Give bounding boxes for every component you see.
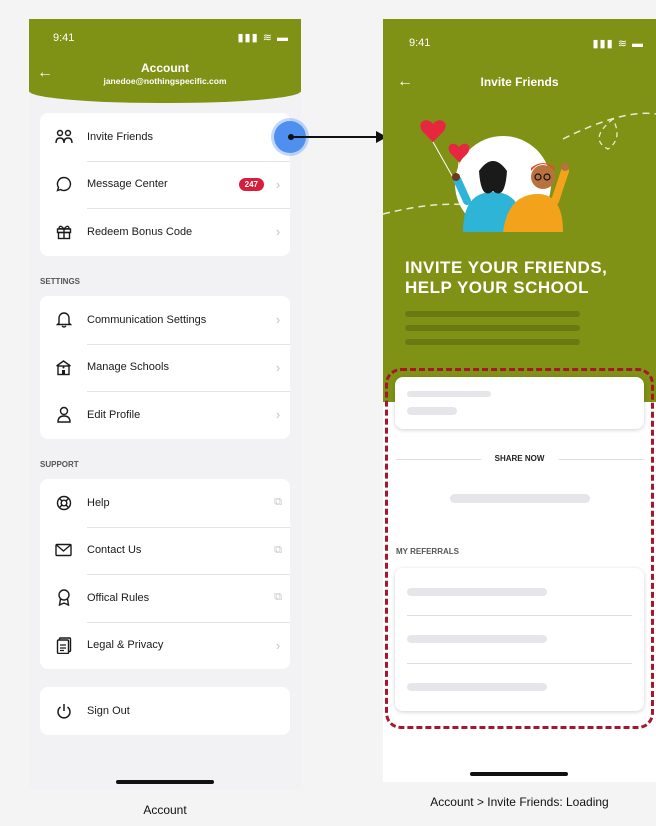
external-link-icon: ⧉ (274, 591, 282, 604)
support-card: Help ⧉ Contact Us ⧉ Offical Rules ⧉ Lega… (40, 479, 290, 669)
sign-out-card: Sign Out (40, 687, 290, 735)
support-section-label: SUPPORT (40, 460, 79, 469)
chevron-right-icon: › (275, 359, 281, 375)
left-caption: Account (143, 803, 187, 817)
help-row[interactable]: Help ⧉ (40, 479, 290, 527)
headline-line-2: HELP YOUR SCHOOL (405, 278, 590, 297)
manage-schools-row[interactable]: Manage Schools › (40, 343, 290, 392)
contact-us-row[interactable]: Contact Us ⧉ (40, 526, 290, 575)
page-title: Invite Friends (480, 75, 559, 89)
settings-card: Communication Settings › Manage Schools … (40, 296, 290, 439)
row-label: Offical Rules (87, 591, 150, 604)
document-icon (40, 637, 87, 654)
status-time: 9:41 (53, 32, 75, 44)
invite-hero: 9:41 ▮▮▮ ≋ ▬ ← Invite Friends INVITE YOU… (383, 19, 656, 402)
loading-placeholder (405, 311, 580, 317)
message-center-row[interactable]: Message Center 247 › (40, 160, 290, 209)
power-icon (40, 703, 87, 719)
row-label: Message Center (87, 178, 168, 191)
mail-icon (40, 543, 87, 557)
page-title: Account (141, 61, 189, 75)
external-link-icon: ⧉ (274, 543, 282, 556)
gift-icon (40, 224, 87, 240)
invite-illustration (383, 112, 656, 232)
row-label: Help (87, 496, 110, 509)
bell-icon (40, 311, 87, 328)
status-icons: ▮▮▮ ≋ ▬ (592, 38, 644, 50)
chevron-right-icon: › (275, 407, 281, 423)
lifebuoy-icon (40, 495, 87, 511)
row-label: Edit Profile (87, 408, 141, 421)
status-icons: ▮▮▮ ≋ ▬ (237, 32, 289, 44)
account-header: 9:41 ▮▮▮ ≋ ▬ ← Account janedoe@nothingsp… (29, 19, 301, 103)
friends-icon (40, 129, 87, 145)
row-label: Redeem Bonus Code (87, 225, 193, 238)
person-icon (40, 406, 87, 423)
row-label: Communication Settings (87, 313, 207, 326)
settings-section-label: SETTINGS (40, 277, 81, 286)
row-label: Invite Friends (87, 130, 154, 143)
redeem-bonus-code-row[interactable]: Redeem Bonus Code › (40, 208, 290, 256)
row-label: Manage Schools (87, 361, 169, 374)
chevron-right-icon: › (275, 176, 281, 192)
chevron-right-icon: › (275, 224, 281, 240)
row-label: Legal & Privacy (87, 639, 164, 652)
home-indicator (116, 780, 214, 784)
chevron-right-icon: › (275, 637, 281, 653)
invite-headline: INVITE YOUR FRIENDS, HELP YOUR SCHOOL (405, 258, 645, 298)
flow-arrow-icon (288, 131, 387, 143)
headline-line-1: INVITE YOUR FRIENDS, (405, 258, 608, 277)
status-time: 9:41 (409, 37, 431, 49)
communication-settings-row[interactable]: Communication Settings › (40, 296, 290, 344)
right-caption: Account > Invite Friends: Loading (430, 795, 609, 809)
official-rules-row[interactable]: Offical Rules ⧉ (40, 574, 290, 622)
sign-out-button[interactable]: Sign Out (40, 687, 290, 735)
external-link-icon: ⧉ (274, 496, 282, 509)
account-menu-card: Invite Friends › Message Center 247 › Re… (40, 113, 290, 256)
edit-profile-row[interactable]: Edit Profile › (40, 391, 290, 439)
chat-bubble-icon (40, 176, 87, 192)
invite-friends-row[interactable]: Invite Friends › (40, 113, 290, 161)
account-screen: 9:41 ▮▮▮ ≋ ▬ ← Account janedoe@nothingsp… (29, 19, 301, 790)
ribbon-icon (40, 589, 87, 607)
sign-out-label: Sign Out (87, 704, 130, 717)
row-label: Contact Us (87, 544, 142, 557)
legal-privacy-row[interactable]: Legal & Privacy › (40, 621, 290, 670)
loading-region-highlight (385, 368, 654, 729)
message-count-badge: 247 (238, 177, 264, 191)
loading-placeholder (405, 325, 580, 331)
home-indicator (470, 772, 568, 776)
loading-placeholder (405, 339, 580, 345)
school-icon (40, 359, 87, 376)
chevron-right-icon: › (275, 312, 281, 328)
account-email: janedoe@nothingspecific.com (103, 76, 227, 86)
